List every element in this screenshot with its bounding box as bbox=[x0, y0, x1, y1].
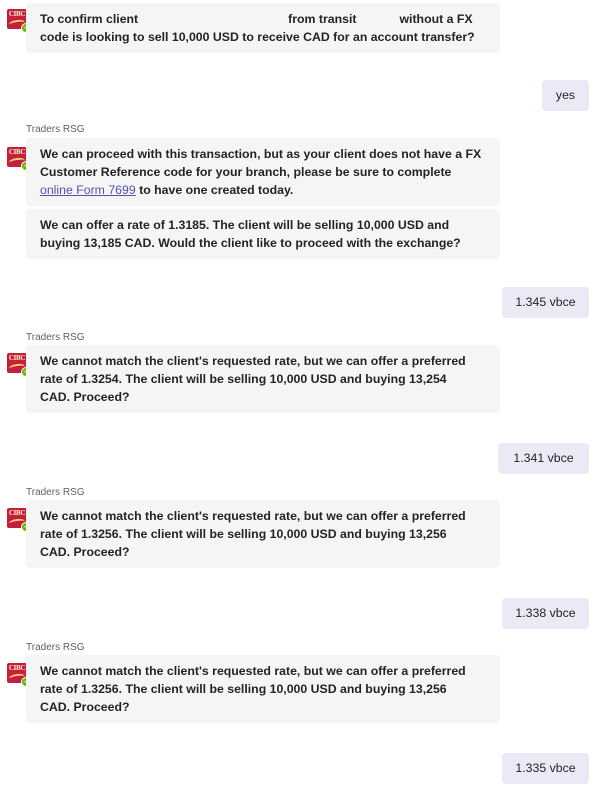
message-line: We cannot match the client's requested r… bbox=[40, 354, 466, 368]
message-line: rate of 1.3256. The client will be selli… bbox=[40, 682, 447, 696]
message-bubble[interactable]: We can offer a rate of 1.3185. The clien… bbox=[26, 209, 500, 259]
message-bubble[interactable]: We cannot match the client's requested r… bbox=[26, 655, 500, 723]
form-7699-link[interactable]: online Form 7699 bbox=[40, 183, 136, 197]
sent-message-bubble[interactable]: yes bbox=[542, 80, 589, 111]
sent-message-bubble[interactable]: 1.335 vbce bbox=[502, 753, 589, 784]
message-line: We can offer a rate of 1.3185. The clien… bbox=[40, 218, 450, 232]
sender-name: Traders RSG bbox=[26, 124, 85, 135]
message-bubble[interactable]: We cannot match the client's requested r… bbox=[26, 345, 500, 413]
message-line: We cannot match the client's requested r… bbox=[40, 509, 466, 523]
sent-message-bubble[interactable]: 1.341 vbce bbox=[498, 443, 589, 474]
message-line: To confirm client from transit without a F… bbox=[40, 12, 473, 26]
message-bubble[interactable]: We cannot match the client's requested r… bbox=[26, 500, 500, 568]
message-line: online Form 7699 to have one created tod… bbox=[40, 183, 294, 197]
message-line: We cannot match the client's requested r… bbox=[40, 664, 466, 678]
message-line: rate of 1.3254. The client will be selli… bbox=[40, 372, 447, 386]
sender-name: Traders RSG bbox=[26, 642, 85, 653]
sender-name: Traders RSG bbox=[26, 332, 85, 343]
message-line: code is looking to sell 10,000 USD to re… bbox=[40, 30, 475, 44]
message-line: Customer Reference code for your branch,… bbox=[40, 165, 452, 179]
message-bubble[interactable]: To confirm client from transit without a F… bbox=[26, 3, 500, 53]
message-line: rate of 1.3256. The client will be selli… bbox=[40, 527, 447, 541]
message-line: buying 13,185 CAD. Would the client like… bbox=[40, 236, 461, 250]
message-bubble[interactable]: We can proceed with this transaction, bu… bbox=[26, 138, 500, 206]
message-line: CAD. Proceed? bbox=[40, 700, 130, 714]
sent-message-bubble[interactable]: 1.338 vbce bbox=[502, 598, 589, 629]
message-line: CAD. Proceed? bbox=[40, 545, 130, 559]
sent-message-bubble[interactable]: 1.345 vbce bbox=[502, 287, 589, 318]
message-line: CAD. Proceed? bbox=[40, 390, 130, 404]
sender-name: Traders RSG bbox=[26, 487, 85, 498]
message-line: We can proceed with this transaction, bu… bbox=[40, 147, 482, 161]
